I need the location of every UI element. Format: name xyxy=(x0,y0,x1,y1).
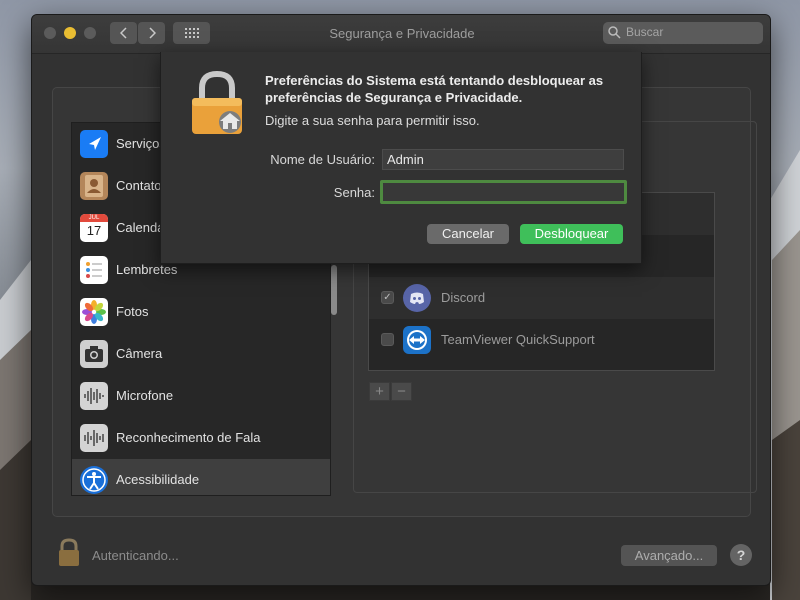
password-label: Senha: xyxy=(333,185,375,200)
speech-icon xyxy=(80,424,108,452)
calendar-day: 17 xyxy=(86,223,102,238)
microphone-icon xyxy=(80,382,108,410)
chevron-left-icon xyxy=(119,27,127,39)
zoom-window-button[interactable] xyxy=(84,27,96,39)
auth-dialog: Preferências do Sistema está tentando de… xyxy=(160,52,642,264)
show-all-button[interactable] xyxy=(173,22,210,44)
grid-icon xyxy=(184,28,199,38)
forward-button[interactable] xyxy=(138,22,165,44)
discord-icon xyxy=(403,284,431,312)
minimize-window-button[interactable] xyxy=(64,27,76,39)
password-field[interactable] xyxy=(380,180,627,204)
sidebar-item-microphone[interactable]: Microfone xyxy=(72,375,330,417)
sidebar-item-label: Câmera xyxy=(116,346,163,361)
location-arrow-icon xyxy=(80,130,108,158)
sidebar-item-camera[interactable]: Câmera xyxy=(72,333,330,375)
search-icon xyxy=(608,26,621,39)
lock-icon xyxy=(189,70,245,141)
sidebar-item-accessibility[interactable]: Acessibilidade xyxy=(72,459,330,495)
sidebar-item-photos[interactable]: Fotos xyxy=(72,291,330,333)
username-field[interactable] xyxy=(382,149,624,170)
advanced-button[interactable]: Avançado... xyxy=(621,545,717,566)
photos-icon xyxy=(80,298,108,326)
app-label: Discord xyxy=(441,290,486,305)
sidebar-item-speech[interactable]: Reconhecimento de Fala xyxy=(72,417,330,459)
sidebar-item-label: Acessibilidade xyxy=(116,472,200,487)
lock-button[interactable] xyxy=(57,538,81,573)
teamviewer-icon xyxy=(403,326,431,354)
accessibility-icon xyxy=(80,466,108,494)
dialog-message: Digite a sua senha para permitir isso. xyxy=(265,113,480,128)
search-field[interactable]: Buscar xyxy=(603,22,763,44)
sidebar-item-label: Fotos xyxy=(116,304,149,319)
lock-icon xyxy=(59,538,79,566)
chevron-right-icon xyxy=(148,27,156,39)
unlock-button[interactable]: Desbloquear xyxy=(520,224,623,244)
add-app-button[interactable]: + xyxy=(369,382,390,401)
sidebar-item-label: Reconhecimento de Fala xyxy=(116,430,261,445)
back-button[interactable] xyxy=(110,22,137,44)
sidebar-item-label: Lembretes xyxy=(116,262,178,277)
app-label: TeamViewer QuickSupport xyxy=(441,332,595,347)
camera-icon xyxy=(80,340,108,368)
window-title: Segurança e Privacidade xyxy=(329,26,475,41)
sidebar-item-label: Microfone xyxy=(116,388,174,403)
search-placeholder: Buscar xyxy=(626,25,664,39)
username-label: Nome de Usuário: xyxy=(270,152,375,167)
remove-app-button[interactable]: − xyxy=(391,382,412,401)
close-window-button[interactable] xyxy=(44,27,56,39)
help-button[interactable]: ? xyxy=(730,544,752,566)
cancel-button[interactable]: Cancelar xyxy=(427,224,509,244)
auth-status: Autenticando... xyxy=(92,548,179,563)
titlebar: Segurança e Privacidade Buscar xyxy=(32,15,770,54)
sidebar-scrollbar[interactable] xyxy=(331,265,337,315)
discord-checkbox[interactable]: ✓ xyxy=(381,291,394,304)
app-row-teamviewer[interactable]: TeamViewer QuickSupport xyxy=(369,319,714,361)
app-row-discord[interactable]: ✓ Discord xyxy=(369,277,714,319)
teamviewer-checkbox[interactable] xyxy=(381,333,394,346)
calendar-month: JUL xyxy=(80,214,108,222)
dialog-title: Preferências do Sistema está tentando de… xyxy=(265,73,604,105)
reminders-icon xyxy=(80,256,108,284)
contacts-icon xyxy=(80,172,108,200)
calendar-icon: JUL 17 xyxy=(80,214,108,242)
